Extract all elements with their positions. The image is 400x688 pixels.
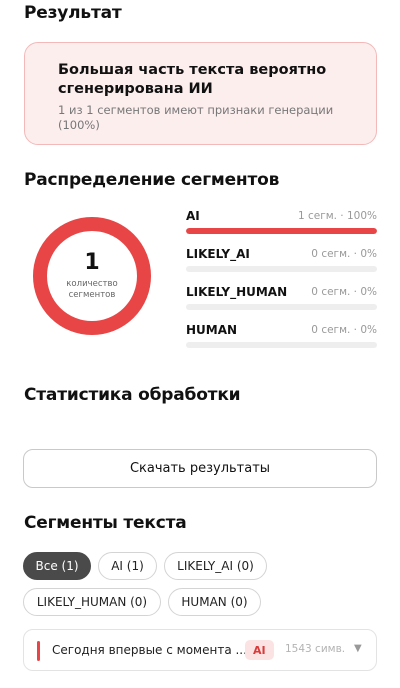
donut-center: 1 количество сегментов — [31, 215, 153, 337]
filter-likely-human[interactable]: LIKELY_HUMAN (0) — [23, 588, 161, 616]
distribution-heading: Распределение сегментов — [24, 170, 280, 190]
distribution-track — [186, 304, 377, 310]
distribution-row-likely-ai: LIKELY_AI 0 сегм. · 0% — [186, 247, 377, 285]
filter-ai[interactable]: AI (1) — [98, 552, 157, 580]
filter-all[interactable]: Все (1) — [23, 552, 91, 580]
download-results-button[interactable]: Скачать результаты — [23, 449, 377, 488]
distribution-name: AI — [186, 209, 200, 223]
distribution-track — [186, 342, 377, 348]
distribution-value: 0 сегм. · 0% — [311, 286, 377, 298]
donut-total: 1 — [84, 250, 100, 275]
result-heading: Результат — [24, 3, 122, 23]
segments-donut-chart: 1 количество сегментов — [31, 215, 153, 337]
segment-text: Сегодня впервые с момента ... — [52, 643, 247, 657]
distribution-row-likely-human: LIKELY_HUMAN 0 сегм. · 0% — [186, 285, 377, 323]
result-title: Большая часть текста вероятно сгенериров… — [58, 62, 327, 97]
distribution-track — [186, 228, 377, 234]
distribution-value: 0 сегм. · 0% — [311, 248, 377, 260]
distribution-name: HUMAN — [186, 323, 238, 337]
segments-heading: Сегменты текста — [24, 513, 187, 533]
segment-item[interactable]: Сегодня впервые с момента ... AI 1543 си… — [23, 629, 377, 671]
distribution-name: LIKELY_HUMAN — [186, 285, 288, 299]
distribution-row-ai: AI 1 сегм. · 100% — [186, 209, 377, 247]
result-card: Большая часть текста вероятно сгенериров… — [24, 42, 377, 145]
segment-length: 1543 симв. — [285, 643, 346, 655]
distribution-row-human: HUMAN 0 сегм. · 0% — [186, 323, 377, 361]
result-subtitle: 1 из 1 сегментов имеют признаки генераци… — [58, 103, 334, 132]
stats-heading: Статистика обработки — [24, 385, 241, 405]
segment-color-bar — [37, 641, 40, 661]
segment-label-badge: AI — [245, 640, 274, 660]
donut-total-label: количество сегментов — [66, 279, 118, 300]
distribution-fill — [186, 228, 377, 234]
distribution-name: LIKELY_AI — [186, 247, 250, 261]
distribution-value: 0 сегм. · 0% — [311, 324, 377, 336]
distribution-value: 1 сегм. · 100% — [297, 210, 377, 222]
filter-human[interactable]: HUMAN (0) — [168, 588, 261, 616]
filter-likely-ai[interactable]: LIKELY_AI (0) — [164, 552, 267, 580]
distribution-track — [186, 266, 377, 272]
distribution-list: AI 1 сегм. · 100% LIKELY_AI 0 сегм. · 0%… — [186, 209, 377, 361]
chevron-down-icon[interactable]: ▼ — [354, 643, 362, 654]
